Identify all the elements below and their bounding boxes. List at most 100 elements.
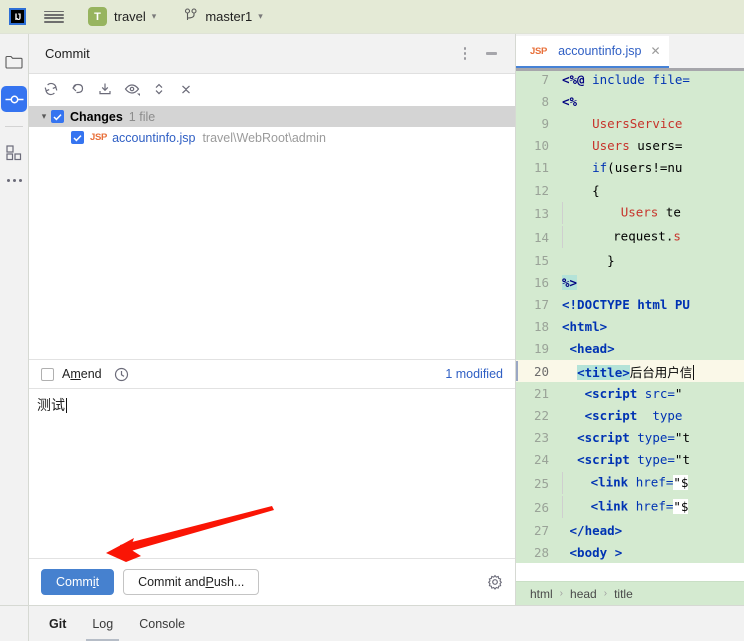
refresh-changes-button[interactable]	[39, 77, 63, 101]
code-text[interactable]: <script type="t	[558, 426, 744, 449]
code-text[interactable]: request.s	[558, 225, 744, 250]
sidebar-item-structure[interactable]	[1, 139, 27, 165]
chevron-updown-icon	[155, 83, 163, 95]
bottom-bar-left-edge	[0, 605, 29, 641]
code-line-11: 11 if(users!=nu	[516, 156, 744, 179]
code-text[interactable]: <title>后台用户信	[558, 360, 744, 383]
changes-group-count: 1 file	[128, 109, 156, 124]
tab-git[interactable]: Git	[49, 606, 66, 641]
clock-icon	[114, 367, 128, 381]
commit-and-push-label-post: ush...	[213, 575, 245, 589]
code-text[interactable]: {	[558, 178, 744, 202]
changes-tree-empty-space	[29, 148, 515, 359]
breadcrumb-separator-icon: ›	[559, 588, 564, 599]
code-text[interactable]: UsersService	[558, 112, 744, 135]
code-line-15: 15 }	[516, 249, 744, 272]
commit-button-label-post: t	[95, 575, 100, 589]
line-number: 16	[516, 271, 558, 294]
refresh-icon	[44, 82, 58, 96]
tree-expand-icon[interactable]: ▾	[37, 111, 51, 122]
changes-group-row[interactable]: ▾ Changes 1 file	[29, 106, 515, 127]
code-text[interactable]: <%	[558, 90, 744, 113]
commit-message-input[interactable]: 测试	[29, 389, 515, 559]
code-text[interactable]: <script type	[558, 404, 744, 427]
line-number: 20	[516, 360, 558, 383]
breadcrumb-item-2[interactable]: title	[614, 587, 633, 601]
commit-tool-window: Commit ▾ Changes 1 file JSP accountinfo.…	[29, 34, 516, 605]
sidebar-item-project[interactable]	[1, 48, 27, 74]
code-line-14: 14 request.s	[516, 225, 744, 250]
code-line-24: 24 <script type="t	[516, 448, 744, 471]
code-text[interactable]: Users users=	[558, 134, 744, 157]
breadcrumb-item-1[interactable]: head	[570, 587, 597, 601]
code-editor[interactable]: 7 <%@ include file= 8 <% 9 UsersService 10 Us…	[516, 68, 744, 581]
line-number: 15	[516, 249, 558, 272]
code-text[interactable]: <!DOCTYPE html PU	[558, 293, 744, 316]
horizontal-scrollbar[interactable]	[516, 68, 744, 71]
code-text[interactable]: <link href="$	[558, 495, 744, 519]
chevron-down-icon: ▾	[151, 11, 157, 21]
editor-tab-accountinfo[interactable]: JSP accountinfo.jsp ✕	[516, 36, 669, 68]
commit-message-text: 测试	[37, 397, 65, 413]
commit-message-history-button[interactable]	[114, 367, 129, 382]
editor-tab-bar: JSP accountinfo.jsp ✕	[516, 34, 744, 68]
text-caret	[66, 398, 67, 413]
commit-and-push-button[interactable]: Commit and Push...	[123, 569, 260, 595]
code-text[interactable]: </head>	[558, 519, 744, 542]
shelve-button[interactable]	[93, 77, 117, 101]
file-checkbox[interactable]	[71, 131, 84, 144]
title-bar: IJ T travel ▾ master1 ▾	[0, 0, 744, 34]
tab-console[interactable]: Console	[139, 606, 185, 641]
left-tool-strip	[0, 34, 29, 605]
project-selector[interactable]: T travel ▾	[84, 5, 160, 28]
tab-log[interactable]: Log	[86, 606, 120, 641]
line-number: 26	[516, 495, 558, 519]
code-line-20: 20 <title>后台用户信	[516, 360, 744, 383]
project-avatar: T	[88, 7, 107, 26]
commit-button-row: Comm i t Commit and Push...	[29, 559, 515, 605]
tool-strip-divider	[5, 126, 23, 127]
code-text[interactable]: if(users!=nu	[558, 156, 744, 179]
changes-group-label: Changes	[70, 109, 123, 124]
modified-count-link[interactable]: 1 modified	[445, 367, 503, 381]
collapse-all-button[interactable]	[174, 77, 198, 101]
code-line-9: 9 UsersService	[516, 112, 744, 135]
preview-diff-button[interactable]	[120, 77, 144, 101]
editor-tab-label: accountinfo.jsp	[558, 44, 642, 58]
commit-minimize-button[interactable]	[479, 42, 503, 66]
rollback-button[interactable]	[66, 77, 90, 101]
code-text[interactable]: %>	[558, 271, 744, 294]
bottom-tool-window-tabs: Git Log Console	[29, 605, 744, 641]
close-icon[interactable]: ✕	[650, 44, 660, 58]
breadcrumb-item-0[interactable]: html	[530, 587, 553, 601]
branch-selector[interactable]: master1 ▾	[180, 6, 267, 28]
code-text[interactable]: Users te	[558, 201, 744, 226]
code-line-17: 17 <!DOCTYPE html PU	[516, 293, 744, 316]
sidebar-item-commit[interactable]	[1, 86, 27, 112]
code-text[interactable]: <script type="t	[558, 448, 744, 471]
expand-collapse-button[interactable]	[147, 77, 171, 101]
amend-checkbox[interactable]	[41, 367, 54, 381]
code-text[interactable]: <link href="$	[558, 471, 744, 495]
code-text[interactable]: <head>	[558, 337, 744, 361]
line-number: 25	[516, 471, 558, 495]
line-number: 18	[516, 315, 558, 338]
commit-button[interactable]: Comm i t	[41, 569, 115, 595]
line-number: 7	[516, 68, 558, 91]
changes-group-checkbox[interactable]	[51, 110, 64, 123]
code-text[interactable]: }	[558, 249, 744, 272]
main-menu-icon[interactable]	[44, 9, 64, 25]
table-row[interactable]: JSP accountinfo.jsp travel\WebRoot\admin	[29, 127, 515, 148]
commit-settings-button[interactable]	[487, 574, 503, 590]
commit-and-push-label-accel: P	[205, 575, 214, 589]
line-number: 11	[516, 156, 558, 179]
commit-options-button[interactable]	[453, 42, 477, 66]
code-line-12: 12 {	[516, 178, 744, 202]
more-tool-windows-icon[interactable]	[6, 179, 22, 182]
amend-label[interactable]: Amend	[62, 367, 102, 381]
line-number: 19	[516, 337, 558, 361]
code-text[interactable]: <html>	[558, 315, 744, 338]
code-text[interactable]: <%@ include file=	[558, 68, 744, 91]
code-text[interactable]: <script src="	[558, 382, 744, 405]
code-text[interactable]: <body >	[558, 541, 744, 564]
